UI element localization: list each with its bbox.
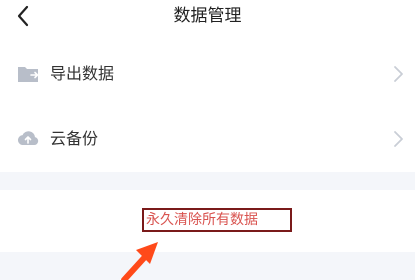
chevron-right-icon [394, 131, 403, 147]
page-title: 数据管理 [173, 6, 242, 26]
chevron-right-icon [394, 66, 403, 82]
section-divider [0, 172, 415, 190]
list-item-label: 云备份 [50, 129, 99, 148]
list-item-label: 导出数据 [50, 64, 115, 83]
data-management-page: 数据管理 导出数据 云备份 永久清除所有数据 [0, 0, 415, 280]
folder-export-icon [18, 67, 39, 82]
cloud-upload-icon [17, 131, 39, 145]
list-item-cloud-backup[interactable]: 云备份 [0, 106, 415, 174]
top-bar: 数据管理 [0, 0, 415, 34]
bottom-filler [0, 252, 415, 280]
list-item-export-data[interactable]: 导出数据 [0, 41, 415, 109]
settings-list: 导出数据 云备份 [0, 34, 415, 172]
pointer-arrow-icon [121, 242, 158, 280]
clear-all-data-button[interactable]: 永久清除所有数据 [142, 208, 292, 232]
